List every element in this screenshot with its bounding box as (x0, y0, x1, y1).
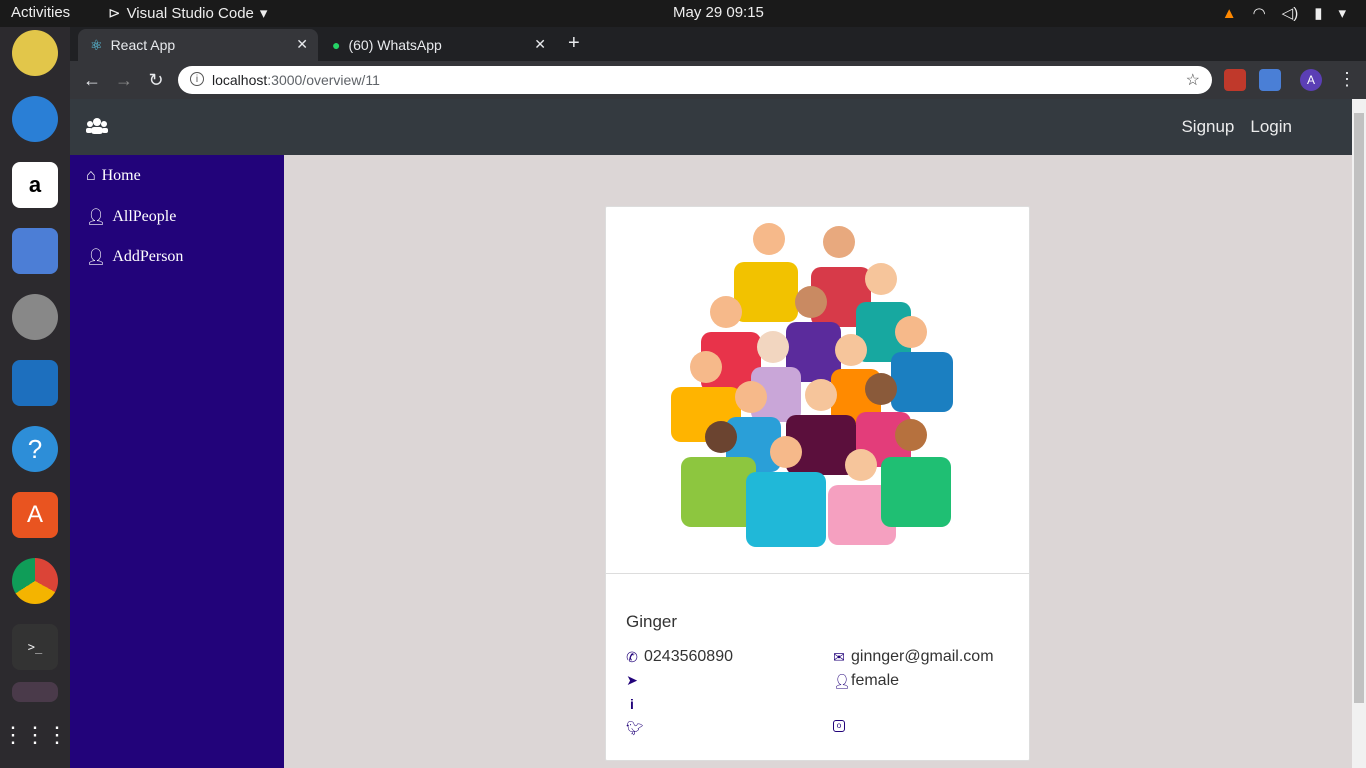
back-button[interactable]: ← (76, 70, 108, 91)
vlc-icon[interactable]: ▲ (1222, 5, 1237, 22)
activities-button[interactable]: Activities (11, 4, 70, 21)
whatsapp-icon: ● (332, 37, 341, 53)
sidebar: ⌂ Home 👤︎ AllPeople 👤︎ AddPerson (70, 155, 284, 768)
url-host: localhost (212, 72, 268, 88)
profile-avatar[interactable]: A (1300, 69, 1322, 91)
sidebar-item-addperson[interactable]: 👤︎ AddPerson (86, 247, 183, 267)
login-link[interactable]: Login (1250, 117, 1292, 137)
people-group-illustration (671, 223, 953, 547)
sidebar-item-label: AllPeople (112, 208, 177, 225)
user-icon: 👤︎ (86, 209, 107, 226)
info-icon: i (630, 696, 634, 712)
address-bar[interactable]: i localhost:3000/overview/11 ☆ (178, 66, 1212, 94)
tab-label: (60) WhatsApp (348, 37, 442, 53)
settings-icon[interactable] (12, 294, 58, 340)
forward-button[interactable]: → (108, 70, 140, 91)
url-path: :3000/overview/11 (267, 72, 380, 88)
email-row: ✉ ginnger@gmail.com (833, 648, 994, 666)
help-icon[interactable]: ? (12, 426, 58, 472)
signup-link[interactable]: Signup (1181, 117, 1234, 137)
location-row: ➤ (626, 672, 644, 689)
page-scrollbar[interactable] (1352, 99, 1366, 768)
gender-row: 👤︎ female (833, 672, 899, 690)
app-navbar: Signup Login (70, 99, 1352, 155)
sidebar-item-allpeople[interactable]: 👤︎ AllPeople (86, 207, 176, 227)
rhythmbox-icon[interactable] (12, 30, 58, 76)
twitter-row[interactable]: 🐦︎ (626, 720, 644, 737)
browser-window: ⚛ React App ✕ ● (60) WhatsApp ✕ + ← → ↻ … (70, 27, 1366, 99)
user-icon: 👤︎ (86, 249, 107, 266)
reload-button[interactable]: ↻ (140, 70, 172, 91)
chevron-down-icon: ▾ (259, 5, 268, 22)
clock[interactable]: May 29 09:15 (673, 4, 764, 21)
wifi-icon[interactable]: ◠ (1253, 4, 1266, 22)
extension-icon[interactable] (1224, 69, 1246, 91)
thunderbird-icon[interactable] (12, 96, 58, 142)
react-icon: ⚛ (90, 36, 103, 53)
tab-react-app[interactable]: ⚛ React App ✕ (78, 29, 318, 61)
libreoffice-impress-icon[interactable] (12, 360, 58, 406)
browser-toolbar: ← → ↻ i localhost:3000/overview/11 ☆ A ⋮ (70, 61, 1366, 99)
close-tab-icon[interactable]: ✕ (296, 36, 308, 53)
scrollbar-thumb[interactable] (1354, 113, 1364, 703)
users-icon[interactable] (86, 116, 108, 141)
vscode-dock-icon[interactable] (12, 682, 58, 702)
files-icon[interactable] (12, 228, 58, 274)
menu-kebab-icon[interactable]: ⋮ (1338, 69, 1356, 90)
instagram-icon[interactable]: o (833, 720, 845, 732)
dock: a ? A >_ ⋮⋮⋮ (0, 27, 70, 768)
terminal-icon[interactable]: >_ (12, 624, 58, 670)
battery-icon[interactable]: ▮ (1314, 4, 1322, 22)
chrome-icon[interactable] (12, 558, 58, 604)
tab-strip: ⚛ React App ✕ ● (60) WhatsApp ✕ + (70, 27, 1366, 61)
envelope-icon: ✉ (833, 648, 845, 665)
app-name: Visual Studio Code (126, 4, 254, 22)
tab-whatsapp[interactable]: ● (60) WhatsApp ✕ (320, 29, 556, 61)
new-tab-button[interactable]: + (568, 32, 580, 55)
gender-value: female (851, 672, 900, 689)
sidebar-item-label: Home (101, 167, 141, 184)
user-icon: 👤︎ (833, 672, 851, 689)
amazon-icon[interactable]: a (12, 162, 58, 208)
software-center-icon[interactable]: A (12, 492, 58, 538)
bookmark-star-icon[interactable]: ☆ (1186, 70, 1200, 90)
sidebar-item-home[interactable]: ⌂ Home (86, 167, 141, 185)
instagram-row[interactable]: o (833, 720, 851, 732)
divider (606, 573, 1029, 574)
email-value: ginnger@gmail.com (851, 648, 994, 665)
nav-links: Signup Login (1181, 117, 1292, 137)
web-page: Signup Login ⌂ Home 👤︎ AllPeople 👤︎ AddP… (70, 99, 1352, 768)
info-row: i (626, 696, 644, 712)
close-tab-icon[interactable]: ✕ (534, 36, 546, 53)
location-arrow-icon: ➤ (626, 672, 638, 688)
home-icon: ⌂ (86, 167, 96, 184)
system-tray[interactable]: ▲ ◠ ◁) ▮ ▾ (1222, 4, 1346, 23)
extension-icon[interactable] (1259, 69, 1281, 91)
site-info-icon[interactable]: i (190, 72, 204, 86)
app-menu[interactable]: ⊳ Visual Studio Code ▾ (108, 4, 268, 23)
phone-row: ✆ 0243560890 (626, 648, 733, 666)
power-menu-icon[interactable]: ▾ (1338, 4, 1346, 22)
show-apps-icon[interactable]: ⋮⋮⋮ (2, 712, 68, 758)
volume-icon[interactable]: ◁) (1282, 4, 1299, 22)
person-card: Ginger ✆ 0243560890 ✉ ginnger@gmail.com … (605, 206, 1030, 761)
tab-label: React App (110, 37, 176, 53)
twitter-icon[interactable]: 🐦︎ (626, 720, 644, 737)
vscode-icon: ⊳ (108, 5, 121, 22)
phone-value: 0243560890 (644, 648, 733, 665)
phone-icon: ✆ (626, 648, 638, 665)
system-top-bar: Activities ⊳ Visual Studio Code ▾ May 29… (0, 0, 1366, 27)
sidebar-item-label: AddPerson (112, 248, 184, 265)
person-name: Ginger (626, 612, 678, 631)
